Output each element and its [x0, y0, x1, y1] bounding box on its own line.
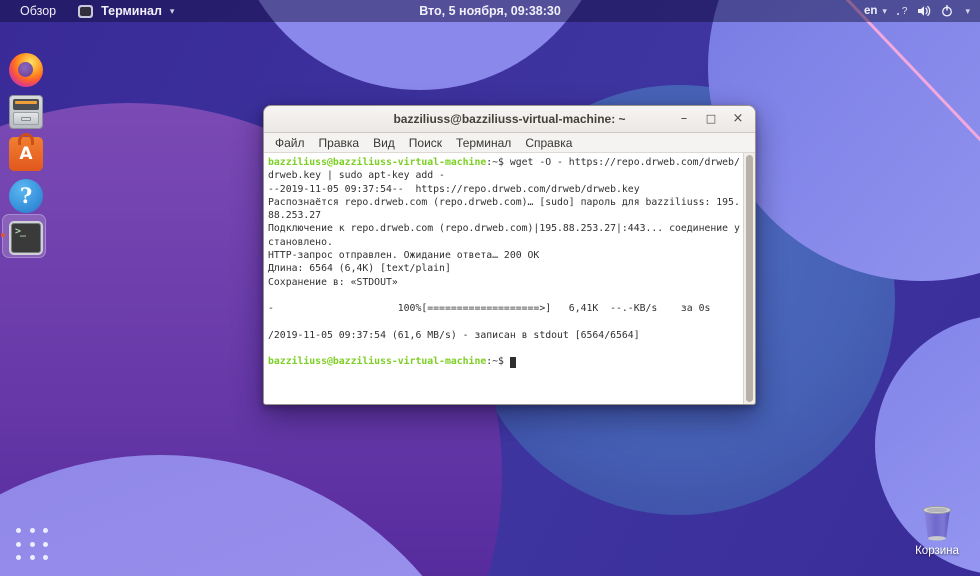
help-icon: ?	[20, 183, 32, 208]
terminal-scrollbar-thumb[interactable]	[746, 155, 753, 402]
menu-file[interactable]: Файл	[268, 136, 312, 150]
terminal-window: bazziliuss@bazziliuss-virtual-machine: ~…	[263, 105, 756, 405]
terminal-scrollbar	[743, 153, 755, 404]
volume-icon[interactable]	[917, 5, 931, 17]
terminal-icon: >_	[15, 226, 25, 237]
terminal-pane[interactable]: bazziliuss@bazziliuss-virtual-machine:~$…	[264, 153, 755, 404]
dock-item-help[interactable]: ?	[9, 179, 43, 213]
software-letter: A	[9, 144, 43, 164]
dock-item-firefox[interactable]	[9, 53, 43, 87]
keyboard-layout-label: en	[864, 5, 877, 17]
system-menu-chevron-down-icon[interactable]: ▾	[965, 6, 970, 17]
top-bar-left: Обзор Терминал ▾	[0, 4, 174, 18]
clock-button[interactable]: Вто, 5 ноября, 09:38:30	[419, 4, 561, 18]
menu-view[interactable]: Вид	[366, 136, 402, 150]
power-icon[interactable]	[941, 5, 953, 17]
status-area: en ▾ ? ▾	[864, 5, 980, 17]
menu-search[interactable]: Поиск	[402, 136, 449, 150]
app-menu-terminal-icon	[78, 5, 93, 18]
window-controls: – □ ×	[677, 106, 745, 132]
menu-help[interactable]: Справка	[518, 136, 579, 150]
files-icon-handle	[21, 117, 31, 121]
dock: A ? >_	[0, 22, 52, 56]
app-menu-chevron-down-icon: ▾	[170, 6, 175, 17]
top-bar: Обзор Терминал ▾ Вто, 5 ноября, 09:38:30…	[0, 0, 980, 22]
window-menubar: Файл Правка Вид Поиск Терминал Справка	[264, 133, 755, 153]
keyboard-chevron-down-icon: ▾	[882, 6, 887, 17]
activities-button[interactable]: Обзор	[14, 4, 62, 18]
dock-running-indicator	[1, 233, 5, 237]
terminal-output[interactable]: bazziliuss@bazziliuss-virtual-machine:~$…	[268, 156, 741, 369]
dock-item-files[interactable]	[9, 95, 43, 129]
window-title: bazziliuss@bazziliuss-virtual-machine: ~	[393, 112, 625, 126]
dock-item-terminal[interactable]: >_	[9, 221, 43, 255]
trash-shortcut[interactable]: Корзина	[905, 503, 969, 557]
menu-edit[interactable]: Правка	[312, 136, 367, 150]
trash-label: Корзина	[905, 545, 969, 557]
window-titlebar[interactable]: bazziliuss@bazziliuss-virtual-machine: ~…	[264, 106, 755, 133]
keyboard-layout-button[interactable]: en ▾	[864, 5, 887, 17]
trash-icon	[917, 503, 957, 543]
minimize-button[interactable]: –	[677, 112, 691, 126]
menu-terminal[interactable]: Терминал	[449, 136, 518, 150]
network-status-icon[interactable]: ?	[897, 6, 908, 17]
app-menu-button[interactable]: Терминал	[101, 4, 162, 18]
maximize-button[interactable]: □	[704, 112, 718, 126]
dock-item-ubuntu-software[interactable]: A	[9, 137, 43, 171]
desktop: A ? >_ Корзина	[0, 0, 980, 576]
show-applications-button[interactable]	[16, 528, 50, 562]
close-button[interactable]: ×	[731, 112, 745, 126]
app-grid-icon	[16, 528, 21, 533]
files-icon-folder-strip	[15, 101, 37, 104]
